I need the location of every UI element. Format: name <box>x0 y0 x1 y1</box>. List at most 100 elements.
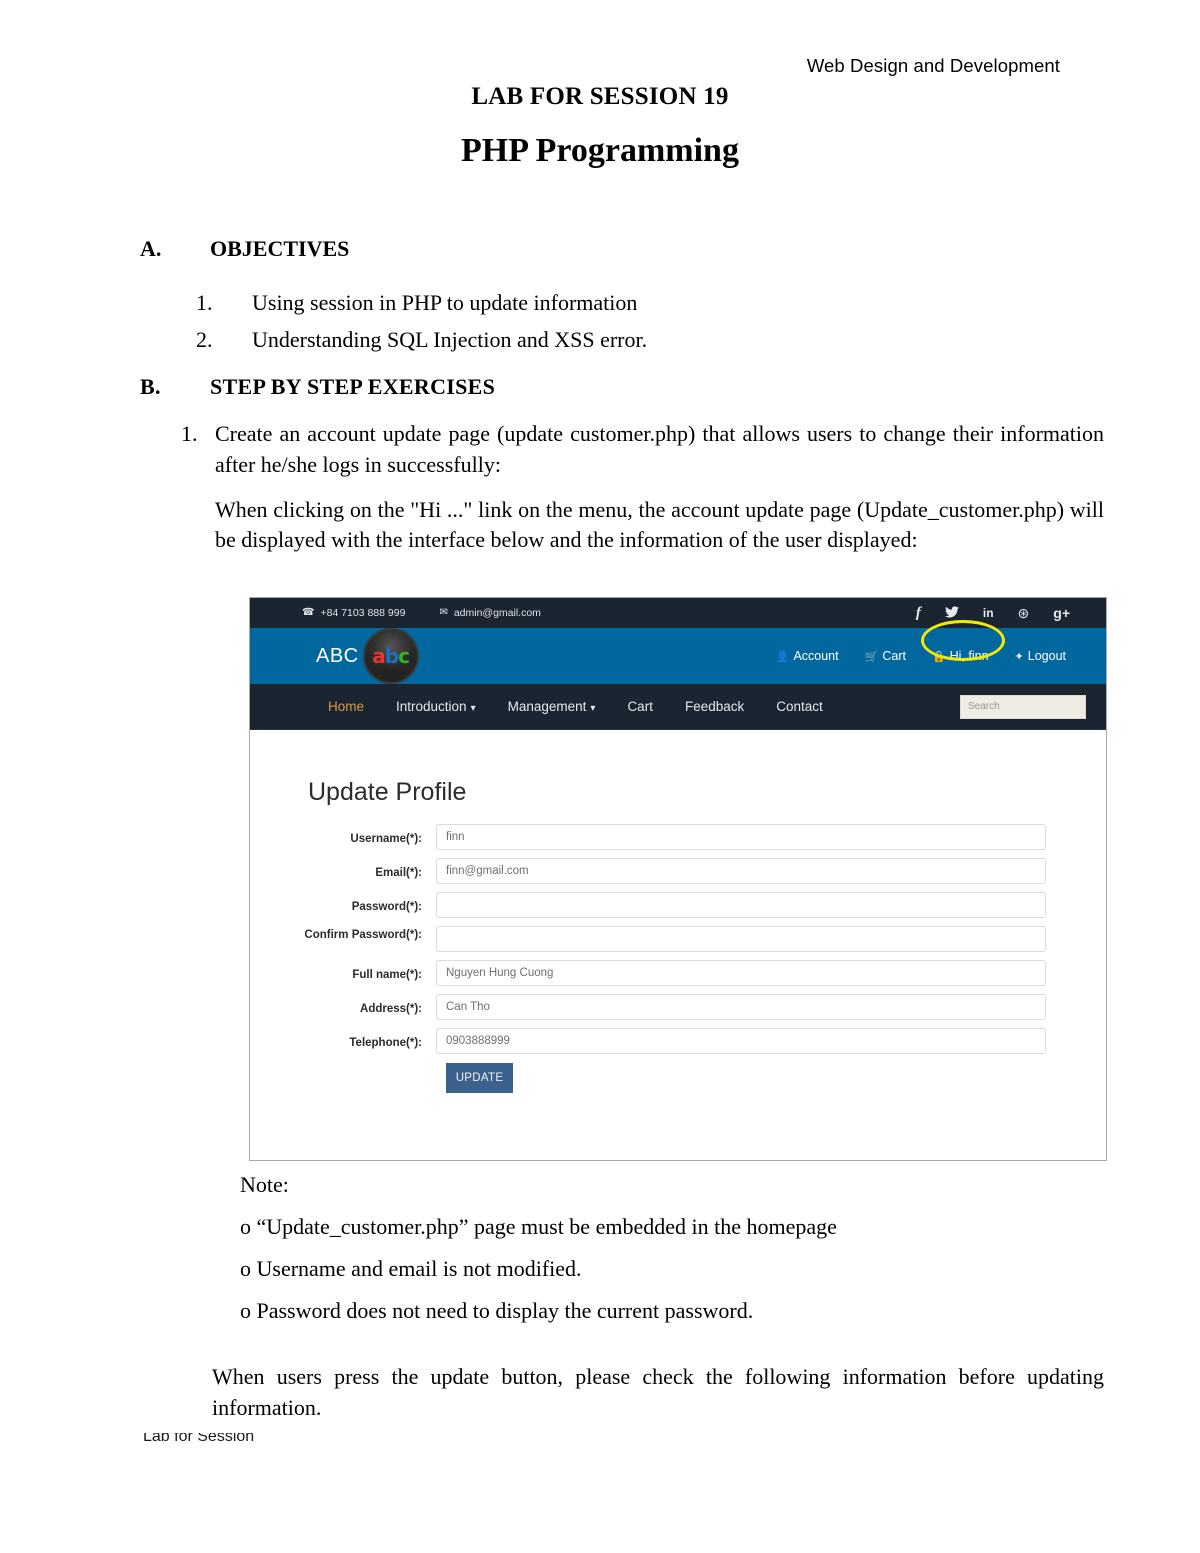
fullname-input[interactable]: Nguyen Hung Cuong <box>436 960 1046 986</box>
google-plus-icon[interactable]: g+ <box>1053 606 1070 620</box>
form-row-email: Email(*): finn@gmail.com <box>250 858 1106 884</box>
list-item: 1. Using session in PHP to update informa… <box>196 290 1096 316</box>
objective-text: Using session in PHP to update informati… <box>252 290 638 315</box>
nav-label: Cart <box>627 699 653 714</box>
lab-title: LAB FOR SESSION 19 <box>471 83 729 110</box>
nav-item-contact[interactable]: Contact <box>776 699 823 714</box>
note-heading: Note: <box>240 1172 289 1197</box>
nav-item-management[interactable]: Management ▾ <box>508 699 596 714</box>
address-value: Can Tho <box>446 1001 490 1013</box>
lock-icon: 🔒 <box>931 650 946 663</box>
note-item: o “Update_customer.php” page must be emb… <box>240 1214 837 1239</box>
note-item: o Password does not need to display the … <box>240 1298 754 1323</box>
nav-item-cart[interactable]: Cart <box>627 699 653 714</box>
email-address: admin@gmail.com <box>453 607 541 619</box>
site-navbar: Home Introduction ▾ Management ▾ Cart Feed… <box>250 684 1106 730</box>
note-item: o Username and email is not modified. <box>240 1256 582 1281</box>
page-footer: Lab for Session <box>143 1433 1057 1444</box>
brand-letter-c: c <box>398 644 410 668</box>
telephone-label: Telephone(*): <box>349 1037 422 1049</box>
phone-icon: ☎ <box>302 607 315 618</box>
form-row-address: Address(*): Can Tho <box>250 994 1106 1020</box>
form-row-password: Password(*): <box>250 892 1106 918</box>
section-a-label: OBJECTIVES <box>210 236 350 261</box>
site-topbar: ☎ +84 7103 888 999 ✉ admin@gmail.com f i… <box>250 598 1106 628</box>
section-a-heading: A. OBJECTIVES <box>140 236 1100 262</box>
objectives-list: 1. Using session in PHP to update informa… <box>196 290 1096 364</box>
brand-text: ABC <box>316 644 359 667</box>
exercise-paragraph-1: Create an account update page (update cu… <box>215 421 1104 477</box>
document-page: Web Design and Development LAB FOR SESSI… <box>0 0 1200 1553</box>
nav-item-introduction[interactable]: Introduction ▾ <box>396 699 476 714</box>
cart-link-label: Cart <box>882 649 906 663</box>
account-link-label: Account <box>793 649 839 663</box>
account-link[interactable]: 👤 Account <box>776 649 839 663</box>
page-title: PHP Programming <box>461 132 739 169</box>
username-input[interactable]: finn <box>436 824 1046 850</box>
exercise-paragraph-2: When clicking on the "Hi ..." link on th… <box>215 496 1104 553</box>
address-input[interactable]: Can Tho <box>436 994 1046 1020</box>
username-label: Username(*): <box>350 833 422 845</box>
confirm-password-input[interactable] <box>436 926 1046 952</box>
hi-user-label: Hi, finn <box>949 649 989 663</box>
nav-label: Contact <box>776 699 823 714</box>
search-input[interactable]: Search <box>960 694 1086 719</box>
logout-link[interactable]: ✦ Logout <box>1015 649 1066 663</box>
fullname-value: Nguyen Hung Cuong <box>446 967 554 979</box>
objective-text: Understanding SQL Injection and XSS erro… <box>252 327 648 352</box>
phone-contact: ☎ +84 7103 888 999 <box>302 607 405 619</box>
brand-disc-icon: abc <box>362 628 419 684</box>
chevron-down-icon: ▾ <box>590 703 596 714</box>
nav-item-feedback[interactable]: Feedback <box>685 699 744 714</box>
email-contact: ✉ admin@gmail.com <box>439 607 541 619</box>
power-icon: ✦ <box>1014 650 1024 663</box>
facebook-icon[interactable]: f <box>916 605 921 621</box>
form-title: Update Profile <box>308 778 467 806</box>
exercise-number: 1. <box>181 421 198 446</box>
cart-link[interactable]: 🛒 Cart <box>865 649 906 663</box>
update-button[interactable]: UPDATE <box>446 1063 513 1093</box>
form-row-telephone: Telephone(*): 0903888999 <box>250 1028 1106 1054</box>
cart-icon: 🛒 <box>864 650 879 663</box>
exercise-1-block: 1. Create an account update page (update… <box>181 419 1104 556</box>
closing-paragraph: When users press the update button, plea… <box>212 1364 1104 1420</box>
note-block: Note: o “Update_customer.php” page must … <box>240 1174 1110 1342</box>
nav-item-home[interactable]: Home <box>328 699 364 714</box>
username-value: finn <box>446 831 465 843</box>
form-row-confirm-password: Confirm Password(*): <box>250 926 1106 952</box>
logout-link-label: Logout <box>1027 649 1066 663</box>
site-midbar: ABC abc 👤 Account 🛒 Cart 🔒 Hi, finn ✦ Lo… <box>250 628 1106 684</box>
brand-letter-b: b <box>384 644 399 668</box>
search-placeholder: Search <box>968 701 1000 712</box>
social-links: f in ⊛ g+ <box>916 605 1070 621</box>
nav-label: Introduction <box>396 699 467 714</box>
chevron-down-icon: ▾ <box>470 703 476 714</box>
section-b-letter: B. <box>140 374 161 399</box>
section-b-label: STEP BY STEP EXERCISES <box>210 374 496 399</box>
account-links: 👤 Account 🛒 Cart 🔒 Hi, finn ✦ Logout <box>776 649 1066 663</box>
phone-number: +84 7103 888 999 <box>320 607 406 619</box>
update-profile-panel: Update Profile Username(*): finn Email(*… <box>250 730 1106 1160</box>
nav-label: Management <box>507 699 587 714</box>
list-item: 2. Understanding SQL Injection and XSS er… <box>196 327 1096 353</box>
email-value: finn@gmail.com <box>446 865 529 877</box>
password-input[interactable] <box>436 892 1046 918</box>
address-label: Address(*): <box>360 1003 422 1015</box>
hi-user-link[interactable]: 🔒 Hi, finn <box>932 649 989 663</box>
embedded-screenshot-figure: ☎ +84 7103 888 999 ✉ admin@gmail.com f i… <box>249 597 1107 1161</box>
site-logo[interactable]: ABC abc <box>316 628 419 684</box>
email-input[interactable]: finn@gmail.com <box>436 858 1046 884</box>
section-b-heading: B. STEP BY STEP EXERCISES <box>140 374 1100 400</box>
dribbble-icon[interactable]: ⊛ <box>1018 606 1030 620</box>
email-label: Email(*): <box>375 867 422 879</box>
linkedin-icon[interactable]: in <box>983 607 994 619</box>
objective-number: 1. <box>196 290 213 315</box>
section-a-letter: A. <box>140 236 162 261</box>
telephone-input[interactable]: 0903888999 <box>436 1028 1046 1054</box>
telephone-value: 0903888999 <box>446 1035 510 1047</box>
nav-label: Feedback <box>684 699 745 714</box>
nav-label: Home <box>328 699 365 714</box>
twitter-icon[interactable] <box>944 606 959 620</box>
brand-letter-a: a <box>372 644 385 668</box>
user-icon: 👤 <box>775 650 790 663</box>
